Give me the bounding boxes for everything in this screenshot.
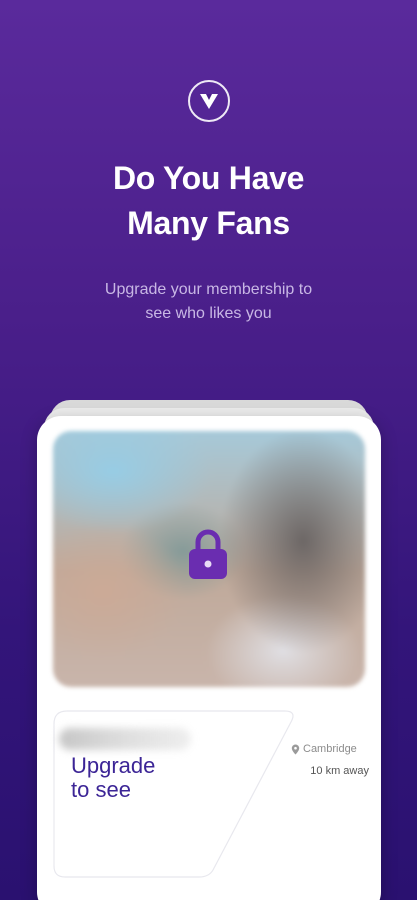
location: Cambridge xyxy=(291,742,369,756)
map-pin-icon xyxy=(291,744,300,754)
title-line-1: Do You Have xyxy=(112,160,305,196)
blurred-rating xyxy=(59,728,191,750)
locked-info-panel[interactable]: Upgrade to see xyxy=(53,710,299,878)
title-line-2: Many Fans xyxy=(127,205,290,241)
upgrade-to-see-label: Upgrade to see xyxy=(71,754,271,802)
page-title: Do You Have Many Fans xyxy=(0,156,417,246)
upgrade-screen: Do You Have Many Fans Upgrade your membe… xyxy=(0,0,417,900)
distance-label: 10 km away xyxy=(310,765,369,777)
subtitle-line-2: see who likes you xyxy=(145,305,272,322)
profile-card[interactable]: Upgrade to see Cambridge 10 km away xyxy=(37,416,381,900)
location-label: Cambridge xyxy=(303,743,357,755)
lock-icon xyxy=(189,529,227,579)
upgrade-line-2: to see xyxy=(71,777,131,802)
upgrade-line-1: Upgrade xyxy=(71,753,156,778)
brand-logo-icon xyxy=(188,80,230,122)
page-subtitle: Upgrade your membership to see who likes… xyxy=(60,278,357,326)
subtitle-line-1: Upgrade your membership to xyxy=(104,281,313,298)
